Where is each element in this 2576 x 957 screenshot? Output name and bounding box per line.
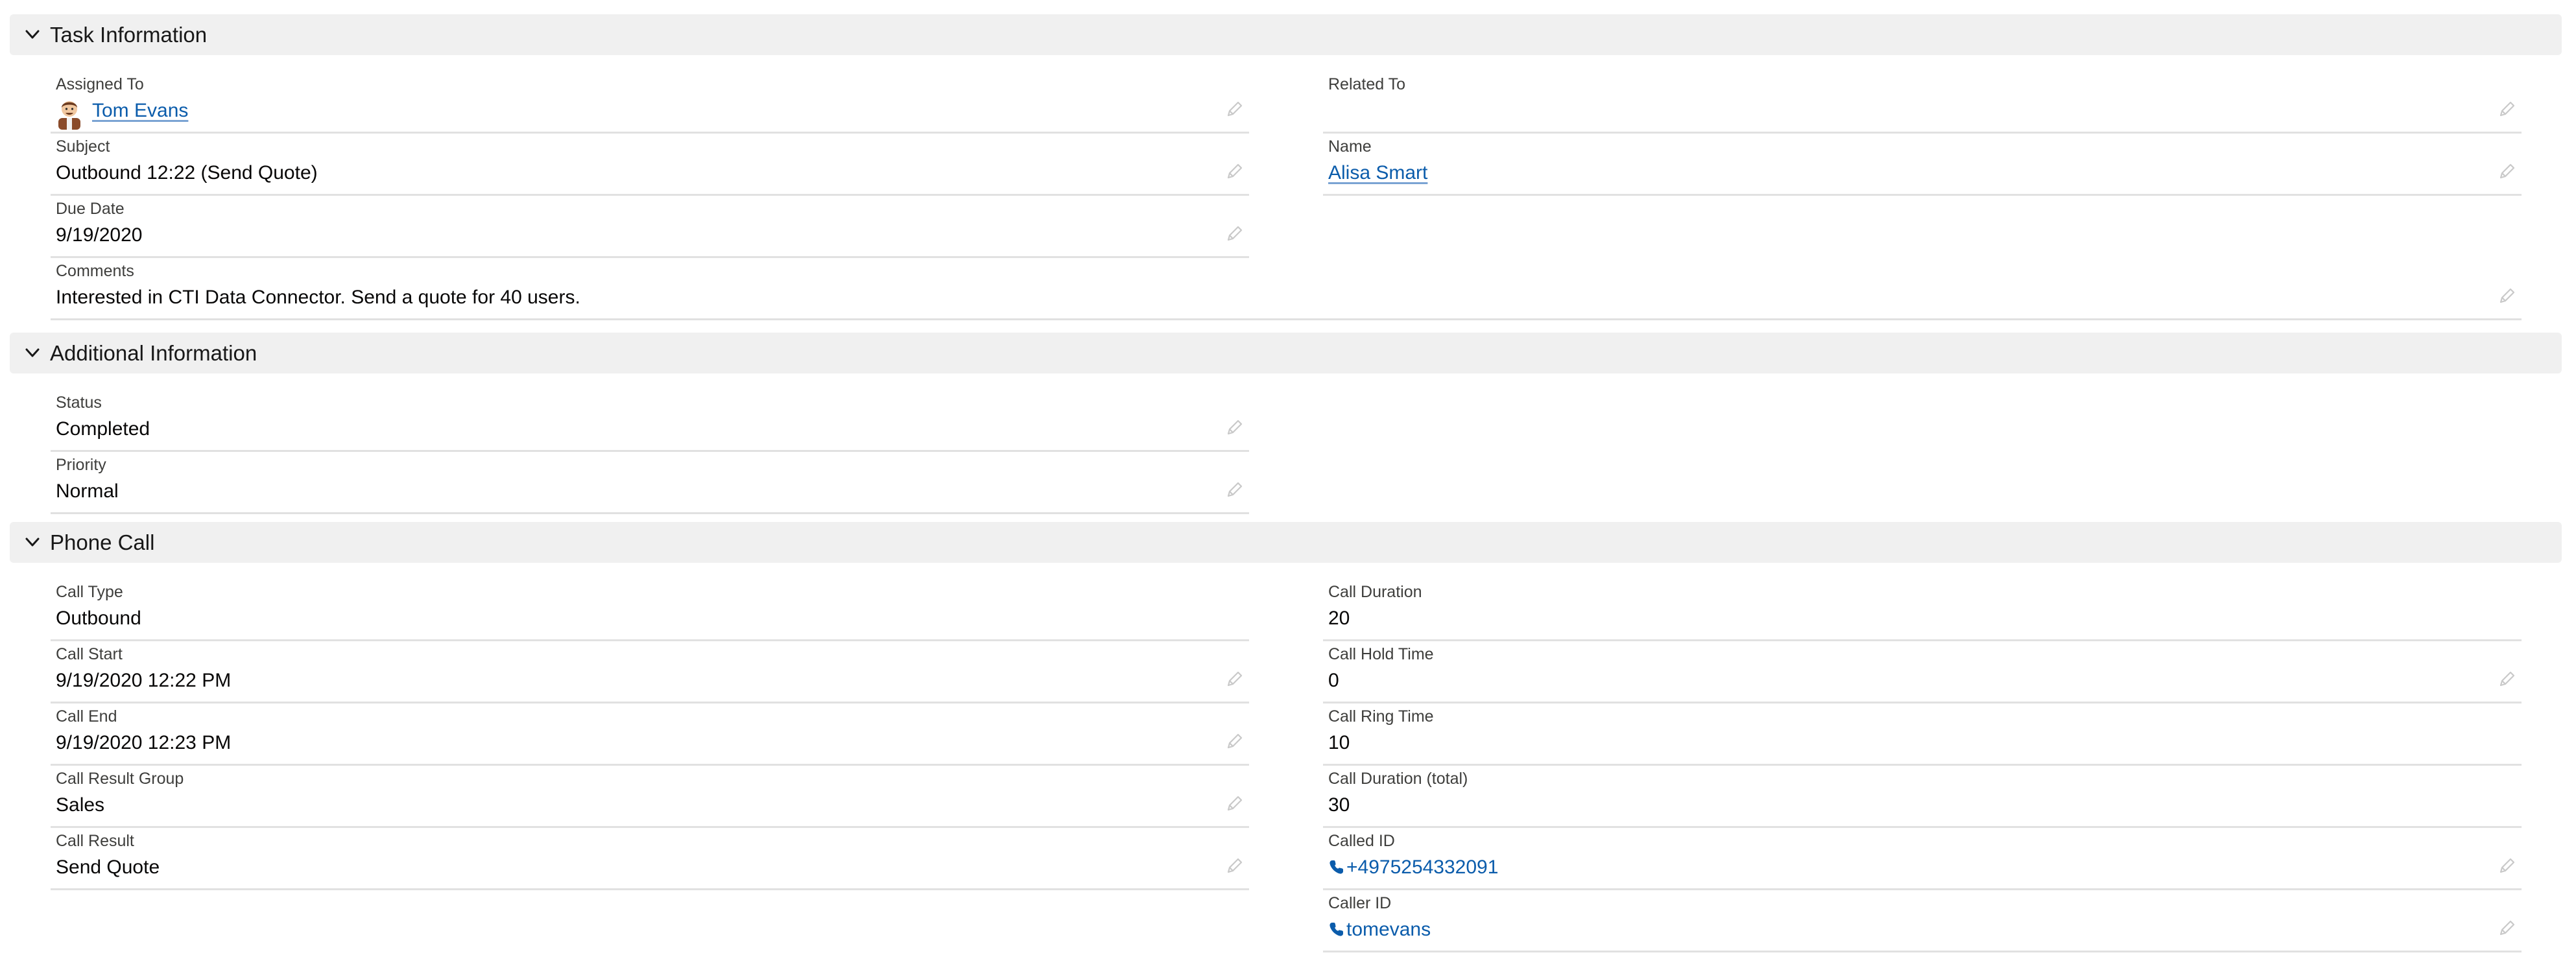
pencil-icon[interactable] bbox=[2498, 919, 2516, 937]
field-call-start: Call Start 9/19/2020 12:22 PM bbox=[51, 641, 1249, 703]
field-label: Call Duration (total) bbox=[1328, 770, 1468, 788]
pencil-icon[interactable] bbox=[1226, 100, 1244, 118]
field-label: Due Date bbox=[56, 200, 125, 218]
pencil-icon[interactable] bbox=[1226, 162, 1244, 180]
field-value: 10 bbox=[1328, 732, 1350, 753]
field-value: Completed bbox=[56, 418, 150, 440]
pencil-icon[interactable] bbox=[1226, 480, 1244, 499]
field-value: Send Quote bbox=[56, 857, 160, 878]
field-priority: Priority Normal bbox=[51, 452, 1249, 514]
field-value: 9/19/2020 12:23 PM bbox=[56, 732, 232, 753]
field-status: Status Completed bbox=[51, 390, 1249, 452]
field-value: Normal bbox=[56, 480, 119, 502]
section-title: Phone Call bbox=[50, 530, 155, 554]
field-related-to: Related To bbox=[1323, 71, 2522, 134]
field-caller-id: Caller ID tomevans bbox=[1323, 890, 2522, 952]
field-label: Caller ID bbox=[1328, 894, 1392, 912]
field-name: Name Alisa Smart bbox=[1323, 134, 2522, 196]
caller-id-name[interactable]: tomevans bbox=[1346, 919, 1431, 940]
field-comments: Comments Interested in CTI Data Connecto… bbox=[51, 258, 2522, 320]
phone-icon bbox=[1328, 921, 1345, 938]
field-value: Interested in CTI Data Connector. Send a… bbox=[56, 287, 580, 308]
field-label: Call Start bbox=[56, 645, 123, 663]
section-header-additional-information[interactable]: Additional Information bbox=[10, 333, 2562, 373]
field-value: 9/19/2020 12:22 PM bbox=[56, 670, 232, 691]
section-header-phone-call[interactable]: Phone Call bbox=[10, 522, 2562, 563]
called-id-link[interactable]: +4975254332091 bbox=[1328, 857, 1498, 879]
pencil-icon[interactable] bbox=[2498, 857, 2516, 875]
field-call-hold-time: Call Hold Time 0 bbox=[1323, 641, 2522, 703]
field-label: Call Type bbox=[56, 583, 123, 601]
pencil-icon[interactable] bbox=[1226, 732, 1244, 750]
field-label: Priority bbox=[56, 456, 106, 474]
section-title: Task Information bbox=[50, 23, 208, 47]
field-value: 0 bbox=[1328, 670, 1339, 691]
field-value: 20 bbox=[1328, 608, 1350, 629]
phone-icon bbox=[1328, 858, 1345, 875]
name-link[interactable]: Alisa Smart bbox=[1328, 162, 1427, 184]
field-label: Call Result Group bbox=[56, 770, 184, 788]
field-value: Outbound 12:22 (Send Quote) bbox=[56, 162, 318, 183]
field-value: Sales bbox=[56, 794, 105, 816]
field-label: Call Ring Time bbox=[1328, 707, 1434, 726]
field-label: Call Duration bbox=[1328, 583, 1422, 601]
field-label: Name bbox=[1328, 137, 1372, 156]
field-call-end: Call End 9/19/2020 12:23 PM bbox=[51, 703, 1249, 766]
field-call-duration-total: Call Duration (total) 30 bbox=[1323, 766, 2522, 828]
field-call-duration: Call Duration 20 bbox=[1323, 579, 2522, 641]
chevron-down-icon[interactable] bbox=[24, 26, 41, 43]
assigned-to-link[interactable]: Tom Evans bbox=[92, 100, 188, 122]
chevron-down-icon[interactable] bbox=[24, 534, 41, 550]
field-called-id: Called ID +4975254332091 bbox=[1323, 828, 2522, 890]
field-value: 9/19/2020 bbox=[56, 224, 143, 246]
pencil-icon[interactable] bbox=[1226, 670, 1244, 688]
field-label: Called ID bbox=[1328, 832, 1395, 850]
field-call-ring-time: Call Ring Time 10 bbox=[1323, 703, 2522, 766]
field-call-result: Call Result Send Quote bbox=[51, 828, 1249, 890]
field-subject: Subject Outbound 12:22 (Send Quote) bbox=[51, 134, 1249, 196]
pencil-icon[interactable] bbox=[1226, 857, 1244, 875]
field-assigned-to: Assigned To Tom Evans bbox=[51, 71, 1249, 134]
caller-id-link[interactable]: tomevans bbox=[1328, 919, 1431, 941]
field-call-result-group: Call Result Group Sales bbox=[51, 766, 1249, 828]
field-due-date: Due Date 9/19/2020 bbox=[51, 196, 1249, 258]
section-title: Additional Information bbox=[50, 341, 257, 365]
field-label: Status bbox=[56, 394, 102, 412]
pencil-icon[interactable] bbox=[2498, 287, 2516, 305]
field-call-type: Call Type Outbound bbox=[51, 579, 1249, 641]
field-label: Related To bbox=[1328, 75, 1406, 93]
field-label: Subject bbox=[56, 137, 110, 156]
field-label: Call Result bbox=[56, 832, 134, 850]
field-label: Call Hold Time bbox=[1328, 645, 1434, 663]
field-label: Assigned To bbox=[56, 75, 144, 93]
pencil-icon[interactable] bbox=[1226, 794, 1244, 812]
field-label: Comments bbox=[56, 262, 134, 280]
field-label: Call End bbox=[56, 707, 117, 726]
field-value: 30 bbox=[1328, 794, 1350, 816]
chevron-down-icon[interactable] bbox=[24, 344, 41, 361]
pencil-icon[interactable] bbox=[2498, 100, 2516, 118]
pencil-icon[interactable] bbox=[1226, 224, 1244, 242]
user-avatar bbox=[58, 101, 80, 130]
pencil-icon[interactable] bbox=[2498, 162, 2516, 180]
pencil-icon[interactable] bbox=[2498, 670, 2516, 688]
section-header-task-information[interactable]: Task Information bbox=[10, 14, 2562, 55]
pencil-icon[interactable] bbox=[1226, 418, 1244, 436]
field-value: Outbound bbox=[56, 608, 141, 629]
called-id-number[interactable]: +4975254332091 bbox=[1346, 857, 1498, 878]
